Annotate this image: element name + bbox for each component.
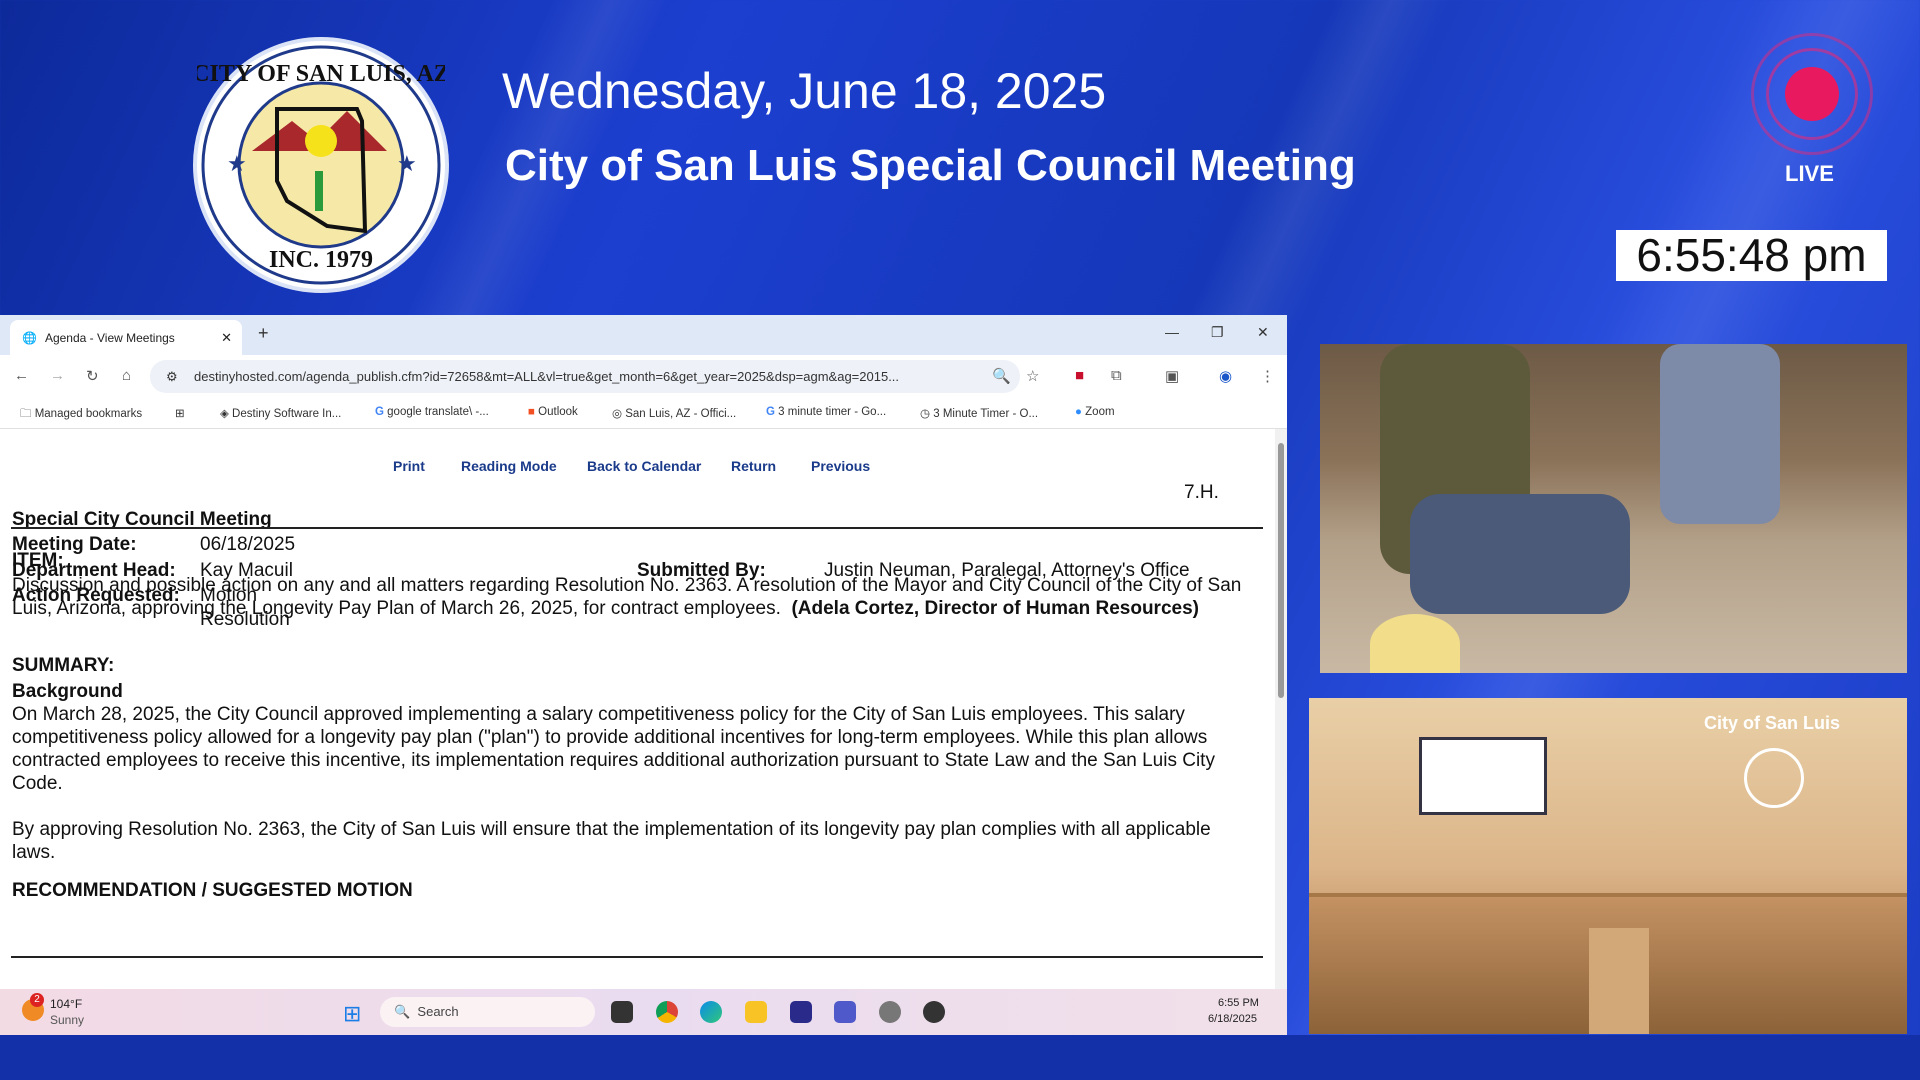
restore-button[interactable]: ❐ bbox=[1211, 324, 1224, 341]
taskbar-date: 6/18/2025 bbox=[1208, 1013, 1257, 1025]
bookmark-zoom[interactable]: ● Zoom bbox=[1075, 406, 1115, 418]
taskbar-search[interactable]: 🔍 Search bbox=[380, 997, 595, 1027]
minimize-button[interactable]: — bbox=[1165, 324, 1179, 340]
back-icon[interactable]: ← bbox=[14, 367, 29, 384]
divider bbox=[11, 527, 1263, 529]
bookmark-timer-online[interactable]: ◷ 3 Minute Timer - O... bbox=[920, 406, 1038, 420]
taskbar: 2 104°F Sunny ⊞ 🔍 Search 6:55 PM 6/18/20… bbox=[0, 989, 1287, 1035]
bookmark-managed[interactable]: 🗀 Managed bookmarks bbox=[20, 406, 142, 425]
svg-text:★: ★ bbox=[227, 151, 247, 176]
city-seal-logo: ★ ★ CITY OF SAN LUIS, AZ INC. 1979 bbox=[193, 37, 449, 293]
tab-title: Agenda - View Meetings bbox=[45, 331, 175, 345]
globe-icon: 🌐 bbox=[22, 331, 37, 345]
svg-text:★: ★ bbox=[397, 151, 417, 176]
bookmark-outlook[interactable]: ■ Outlook bbox=[528, 406, 578, 418]
svg-text:CITY OF SAN LUIS, AZ: CITY OF SAN LUIS, AZ bbox=[197, 61, 445, 87]
live-indicator-icon bbox=[1751, 33, 1873, 155]
site-info-icon[interactable]: ⚙ bbox=[166, 360, 178, 393]
new-tab-button[interactable]: + bbox=[258, 323, 269, 344]
recommendation-heading: RECOMMENDATION / SUGGESTED MOTION bbox=[12, 879, 413, 902]
browser-window: 🌐 Agenda - View Meetings ✕ + — ❐ ✕ ← → ↻ ⌂… bbox=[0, 315, 1287, 1035]
background-paragraph: On March 28, 2025, the City Council appr… bbox=[12, 703, 1267, 795]
chrome-icon[interactable] bbox=[656, 1001, 678, 1023]
chamber-wall-text: City of San Luis bbox=[1704, 713, 1840, 734]
bookmark-timer-google[interactable]: G 3 minute timer - Go... bbox=[766, 406, 886, 418]
live-label: LIVE bbox=[1785, 161, 1834, 187]
bottom-strip bbox=[0, 1035, 1920, 1080]
media-player-icon[interactable] bbox=[923, 1001, 945, 1023]
background-heading: Background bbox=[12, 680, 123, 703]
clock-app-icon[interactable] bbox=[879, 1001, 901, 1023]
weather-desc: Sunny bbox=[50, 1013, 84, 1027]
profile-icon[interactable]: ◉ bbox=[1219, 367, 1232, 385]
task-view-icon[interactable] bbox=[611, 1001, 633, 1023]
forward-icon[interactable]: → bbox=[50, 367, 65, 384]
approval-paragraph: By approving Resolution No. 2363, the Ci… bbox=[12, 818, 1212, 864]
close-tab-icon[interactable]: ✕ bbox=[221, 330, 232, 346]
item-text: Discussion and possible action on any an… bbox=[12, 574, 1262, 620]
acrobat-icon[interactable]: ■ bbox=[1075, 367, 1084, 384]
bookmark-destiny[interactable]: ◈ Destiny Software In... bbox=[220, 406, 341, 420]
agenda-body: ITEM: Discussion and possible action on … bbox=[0, 429, 1275, 989]
summary-heading: SUMMARY: bbox=[12, 654, 114, 677]
browser-tab[interactable]: 🌐 Agenda - View Meetings ✕ bbox=[10, 320, 242, 355]
camera-feed-audience bbox=[1320, 344, 1907, 673]
edge-icon[interactable] bbox=[700, 1001, 722, 1023]
menu-icon[interactable]: ⋮ bbox=[1260, 367, 1275, 385]
zoom-icon[interactable]: 🔍 bbox=[992, 367, 1011, 385]
home-icon[interactable]: ⌂ bbox=[122, 367, 131, 384]
reading-list-icon[interactable]: ▣ bbox=[1165, 367, 1179, 385]
url-text: destinyhosted.com/agenda_publish.cfm?id=… bbox=[194, 369, 899, 384]
reload-icon[interactable]: ↻ bbox=[86, 367, 99, 385]
camera-feed-council-chamber: City of San Luis bbox=[1309, 698, 1907, 1034]
svg-text:INC. 1979: INC. 1979 bbox=[269, 247, 373, 273]
clock: 6:55:48 pm bbox=[1616, 230, 1887, 281]
weather-badge: 2 bbox=[30, 993, 44, 1007]
meeting-date-heading: Wednesday, June 18, 2025 bbox=[502, 62, 1106, 120]
apps-icon[interactable]: ⊞ bbox=[175, 406, 185, 420]
close-window-button[interactable]: ✕ bbox=[1257, 324, 1269, 341]
app-icon[interactable] bbox=[790, 1001, 812, 1023]
meeting-title: City of San Luis Special Council Meeting bbox=[505, 141, 1356, 191]
scrollbar[interactable] bbox=[1275, 429, 1287, 989]
windows-start-icon[interactable]: ⊞ bbox=[343, 1001, 361, 1027]
extensions-icon[interactable]: ⧉ bbox=[1111, 367, 1122, 384]
address-bar[interactable]: ⚙ destinyhosted.com/agenda_publish.cfm?id… bbox=[150, 360, 1020, 393]
item-heading: ITEM: bbox=[12, 549, 64, 572]
weather-temp: 104°F bbox=[50, 997, 82, 1011]
taskbar-time: 6:55 PM bbox=[1218, 997, 1259, 1009]
bookmarks-bar: 🗀 Managed bookmarks ⊞ ◈ Destiny Software… bbox=[0, 398, 1287, 429]
bookmark-star-icon[interactable]: ☆ bbox=[1026, 367, 1039, 385]
bookmark-san-luis[interactable]: ◎ San Luis, AZ - Offici... bbox=[612, 406, 736, 420]
file-explorer-icon[interactable] bbox=[745, 1001, 767, 1023]
bookmark-google-translate[interactable]: G google translate\ -... bbox=[375, 406, 489, 418]
teams-icon[interactable] bbox=[834, 1001, 856, 1023]
